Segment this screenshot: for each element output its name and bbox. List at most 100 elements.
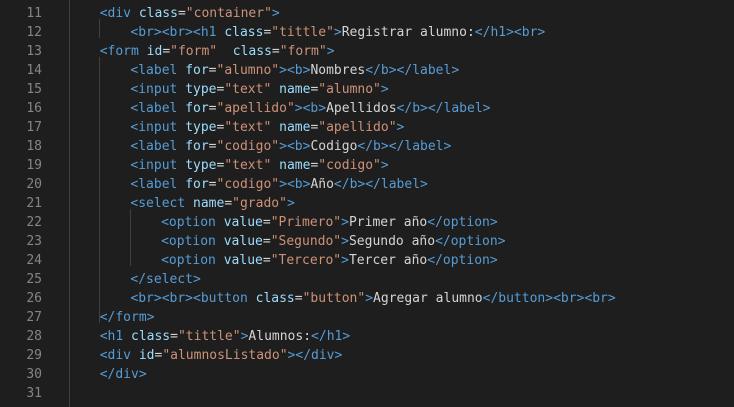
code-token: value xyxy=(223,253,263,268)
code-token: </option> xyxy=(435,234,506,249)
code-editor[interactable]: 11 <div class="container"> 12 <br><br><h1 c… xyxy=(0,0,734,407)
code-token: </option> xyxy=(427,253,498,268)
code-line[interactable]: 14 <label for="alumno"><b>Nombres</b></la… xyxy=(0,61,734,80)
code-token: "alumno" xyxy=(216,63,280,78)
code-text: <div class="container"> xyxy=(100,4,280,23)
code-token: = xyxy=(170,329,178,344)
code-token: = xyxy=(262,253,271,268)
code-token: "tittle" xyxy=(271,25,334,40)
code-token: = xyxy=(224,196,233,211)
code-token: </b></label> xyxy=(365,63,460,78)
code-token: Primer año xyxy=(348,215,428,230)
code-line[interactable]: 24 <option value="Tercero">Tercer año</op… xyxy=(0,251,734,270)
code-token: "text" xyxy=(224,158,272,173)
code-token: = xyxy=(262,234,271,249)
code-line[interactable]: 13 <form id="form" class="form"> xyxy=(0,42,734,61)
code-token: <br><br><button xyxy=(130,291,248,306)
code-text: <input type="text" name="alumno"> xyxy=(130,80,388,99)
code-line[interactable]: 30 </div> xyxy=(0,365,734,384)
code-text: <input type="text" name="apellido"> xyxy=(130,118,404,137)
code-line[interactable]: 15 <input type="text" name="alumno"> xyxy=(0,80,734,99)
code-line[interactable]: 29 <div id="alumnosListado"></div> xyxy=(0,346,734,365)
line-number: 30 xyxy=(26,367,42,382)
code-line[interactable]: 18 <label for="codigo"><b>Codigo</b></lab… xyxy=(0,137,734,156)
code-line[interactable]: 20 <label for="codigo"><b>Año</b></label> xyxy=(0,175,734,194)
code-text: <select name="grado"> xyxy=(130,194,294,213)
code-line[interactable]: 19 <input type="text" name="codigo"> xyxy=(0,156,734,175)
code-token: "grado" xyxy=(232,196,287,211)
code-token: class xyxy=(131,329,171,344)
line-number: 13 xyxy=(26,44,42,59)
code-text: </select> xyxy=(130,270,200,289)
code-text: <option value="Tercero">Tercer año</opti… xyxy=(161,251,498,270)
code-line[interactable]: 31 xyxy=(0,384,734,403)
code-token: = xyxy=(294,291,303,306)
code-token: <input xyxy=(130,82,178,97)
code-token: class xyxy=(138,6,178,21)
code-line[interactable]: 25 </select> xyxy=(0,270,734,289)
code-token: <div xyxy=(99,6,131,21)
code-token: ><b> xyxy=(279,63,311,78)
code-text: <option value="Primero">Primer año</opti… xyxy=(161,213,498,232)
code-token: for xyxy=(185,177,209,192)
code-token: id xyxy=(146,44,163,59)
line-number: 15 xyxy=(26,82,42,97)
code-line[interactable]: 22 <option value="Primero">Primer año</op… xyxy=(0,213,734,232)
code-text: <div id="alumnosListado"></div> xyxy=(100,346,343,365)
code-token: = xyxy=(162,44,171,59)
line-number: 31 xyxy=(26,386,42,401)
code-token: Alumnos: xyxy=(248,329,312,344)
code-text: <h1 class="tittle">Alumnos:</h1> xyxy=(100,327,351,346)
code-token: > xyxy=(341,215,349,230)
code-line[interactable]: 26 <br><br><button class="button">Agregar… xyxy=(0,289,734,308)
code-line[interactable]: 17 <input type="text" name="apellido"> xyxy=(0,118,734,137)
code-token: class xyxy=(224,25,264,40)
code-token: "codigo" xyxy=(318,158,381,173)
code-token: <select xyxy=(130,196,186,211)
code-token: "text" xyxy=(224,120,272,135)
code-token: "container" xyxy=(185,6,272,21)
line-number: 19 xyxy=(26,158,42,173)
code-token: "codigo" xyxy=(216,177,280,192)
line-number: 14 xyxy=(26,63,42,78)
code-token: name xyxy=(279,82,311,97)
code-text: <input type="text" name="codigo"> xyxy=(130,156,388,175)
code-text: <label for="alumno"><b>Nombres</b></labe… xyxy=(130,61,459,80)
code-token: Codigo xyxy=(310,139,358,154)
code-token: > xyxy=(341,234,349,249)
code-token: ><b> xyxy=(279,139,311,154)
code-token: "button" xyxy=(302,291,366,306)
code-line[interactable]: 12 <br><br><h1 class="tittle">Registrar a… xyxy=(0,23,734,42)
code-token: "alumnosListado" xyxy=(162,348,288,363)
line-number: 28 xyxy=(26,329,42,344)
code-token: for xyxy=(185,101,209,116)
code-token: "apellido" xyxy=(216,101,295,116)
code-line[interactable]: 27 </form> xyxy=(0,308,734,327)
code-line[interactable]: 11 <div class="container"> xyxy=(0,4,734,23)
code-text: <form id="form" class="form"> xyxy=(100,42,335,61)
code-token: </b></label> xyxy=(396,101,491,116)
code-token: type xyxy=(185,120,217,135)
code-line[interactable]: 16 <label for="apellido"><b>Apellidos</b>… xyxy=(0,99,734,118)
code-token: <br><br><h1 xyxy=(130,25,217,40)
line-number: 16 xyxy=(26,101,42,116)
code-token: Segundo año xyxy=(348,234,436,249)
line-number: 20 xyxy=(26,177,42,192)
code-line[interactable]: 21 <select name="grado"> xyxy=(0,194,734,213)
code-text: <br><br><button class="button">Agregar a… xyxy=(130,289,615,308)
code-token: value xyxy=(223,215,263,230)
code-line[interactable]: 28 <h1 class="tittle">Alumnos:</h1> xyxy=(0,327,734,346)
code-token: "tittle" xyxy=(177,329,241,344)
code-token: <div xyxy=(99,348,131,363)
code-line[interactable]: 23 <option value="Segundo">Segundo año</o… xyxy=(0,232,734,251)
